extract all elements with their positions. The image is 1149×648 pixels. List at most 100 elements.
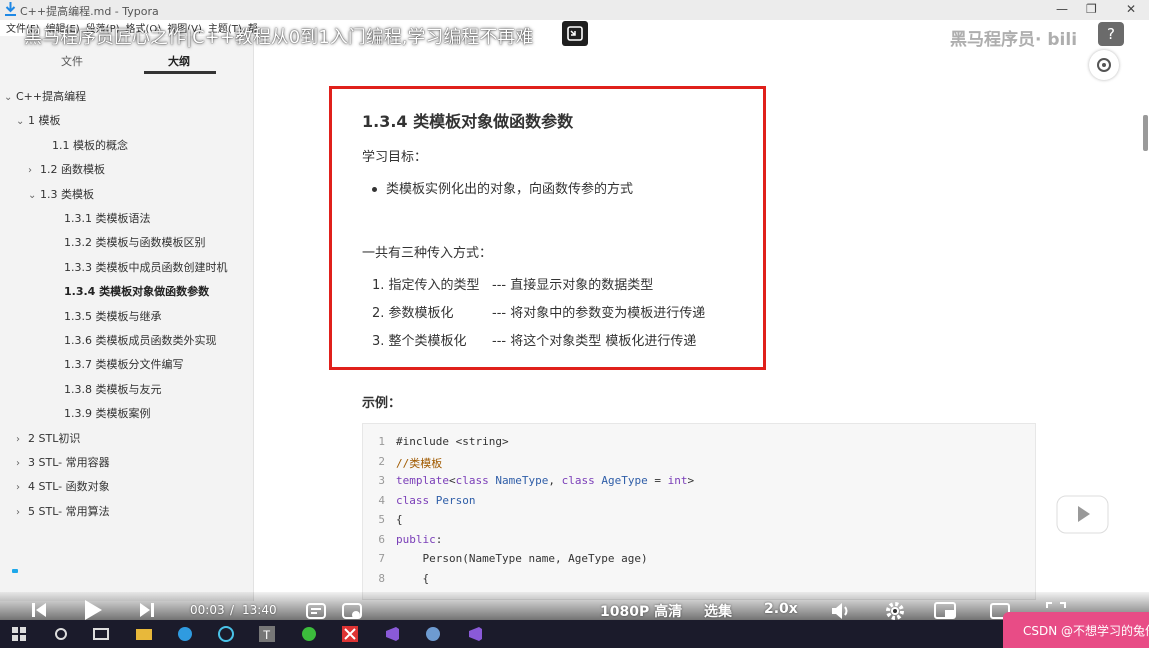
outline-item-label: 1 模板 (28, 114, 61, 128)
chevron-right-icon[interactable]: › (16, 482, 28, 493)
line-number: 5 (378, 513, 385, 526)
progress-bar[interactable] (12, 569, 18, 573)
tab-files[interactable]: 文件 (61, 53, 83, 69)
exit-fullscreen-button[interactable] (562, 21, 588, 46)
outline-item[interactable]: 1.3.6 类模板成员函数类外实现 (64, 332, 217, 348)
code-token: class (396, 493, 430, 507)
svg-text:T: T (263, 628, 271, 642)
bilibili-tv-icon[interactable] (1054, 484, 1111, 536)
code-token: , (548, 474, 562, 487)
previous-icon[interactable] (30, 601, 48, 619)
code-line: 3 template<class NameType, class AgeType … (363, 474, 1035, 493)
outline-item[interactable]: 1.3.9 类模板案例 (64, 405, 151, 421)
code-token: NameType (488, 474, 549, 487)
outline-item[interactable]: 1.3.5 类模板与继承 (64, 308, 162, 324)
window-title: C++提高编程.md - Typora (20, 5, 159, 18)
code-text: //类模板 (396, 455, 442, 471)
outline-item[interactable]: ⌄ 1.3 类模板 (28, 186, 94, 202)
outline-item-label: 1.3.9 类模板案例 (64, 407, 151, 421)
chevron-right-icon[interactable]: › (16, 507, 28, 518)
code-block[interactable]: 1 #include <string> 2//类模板 3 template<class … (362, 423, 1036, 600)
outline-item-label: 1.3.3 类模板中成员函数创建时机 (64, 260, 228, 274)
code-token: class (455, 474, 489, 487)
way-description: --- 直接显示对象的数据类型 (492, 278, 654, 293)
picture-in-picture-icon[interactable] (934, 601, 958, 621)
code-token: int (667, 474, 688, 487)
play-icon[interactable] (80, 598, 104, 622)
outline-item[interactable]: 1.1 模板的概念 (52, 137, 128, 153)
way-item: 1. 指定传入的类型 --- 直接显示对象的数据类型 (372, 274, 653, 293)
way-item: 3. 整个类模板化 --- 将这个对象类型 模板化进行传递 (372, 330, 696, 349)
danmaku-settings-button[interactable] (1089, 50, 1119, 80)
chevron-down-icon[interactable]: ⌄ (16, 116, 28, 127)
code-line: 5{ (363, 513, 1035, 532)
maximize-button[interactable]: ❐ (1086, 2, 1097, 16)
code-line: 2 //类模板 (363, 455, 1035, 474)
outline-item-label: 1.1 模板的概念 (52, 138, 128, 152)
outline-item-label: 1.3.6 类模板成员函数类外实现 (64, 334, 217, 347)
visual-studio-icon[interactable] (383, 625, 401, 643)
task-view-icon[interactable] (92, 625, 110, 643)
speed-button[interactable]: 2.0x (764, 601, 798, 617)
code-token: > (687, 474, 695, 487)
outline-item[interactable]: ⌄ 1 模板 (16, 112, 61, 128)
chevron-right-icon[interactable]: › (16, 434, 28, 445)
code-line: 8 { (363, 572, 1035, 591)
gear-icon[interactable] (884, 600, 906, 622)
way-description: --- 将这个对象类型 模板化进行传递 (492, 334, 697, 349)
outline-item[interactable]: 1.3.7 类模板分文件编写 (64, 356, 184, 372)
chevron-right-icon[interactable]: › (16, 458, 28, 469)
minimize-button[interactable]: — (1056, 2, 1068, 16)
outline-item[interactable]: 1.3.1 类模板语法 (64, 210, 151, 226)
chevron-down-icon[interactable]: ⌄ (28, 190, 40, 201)
code-token: public (396, 532, 436, 546)
outline-item[interactable]: › 3 STL- 常用容器 (16, 454, 110, 470)
way-description: --- 将对象中的参数变为模板进行传递 (492, 306, 706, 321)
paint-icon[interactable] (424, 625, 442, 643)
outline-item-label: 3 STL- 常用容器 (28, 456, 110, 469)
code-token: { (396, 571, 430, 585)
goal-item: 类模板实例化出的对象，向函数传参的方式 (372, 178, 633, 197)
close-button[interactable]: ✕ (1126, 2, 1136, 16)
outline-item[interactable]: 1.3.8 类模板与友元 (64, 381, 162, 397)
scrollbar[interactable] (1143, 115, 1148, 151)
outline-item[interactable]: › 1.2 函数模板 (28, 161, 105, 177)
quality-button[interactable]: 1080P 高清 (600, 601, 682, 621)
example-label: 示例： (362, 396, 402, 411)
danmaku-settings-icon[interactable] (341, 601, 363, 621)
typora-icon[interactable]: T (258, 625, 276, 643)
code-token: : (435, 532, 443, 546)
network-app-icon[interactable] (217, 625, 235, 643)
visual-studio-icon-2[interactable] (466, 625, 484, 643)
edge-icon[interactable] (176, 625, 194, 643)
outline-item[interactable]: 1.3.4 类模板对象做函数参数 (64, 283, 209, 299)
volume-icon[interactable] (830, 601, 852, 621)
outline-item[interactable]: › 4 STL- 函数对象 (16, 478, 110, 494)
csdn-watermark-text: CSDN @不想学习的兔仔 (1023, 624, 1149, 638)
help-button[interactable]: ? (1098, 22, 1124, 46)
ways-label: 一共有三种传入方式： (362, 246, 493, 261)
xmind-icon[interactable] (341, 625, 359, 643)
next-icon[interactable] (138, 601, 156, 619)
windows-start-icon[interactable] (10, 625, 28, 643)
code-token: #include <string> (396, 435, 509, 448)
chevron-right-icon[interactable]: › (28, 165, 40, 176)
danmaku-toggle-icon[interactable] (305, 601, 327, 621)
download-icon[interactable] (4, 1, 17, 17)
chevron-down-icon[interactable]: ⌄ (4, 92, 16, 103)
green-app-icon[interactable] (300, 625, 318, 643)
outline-item[interactable]: › 2 STL初识 (16, 430, 80, 446)
code-token: Person(NameType name, AgeType age) (396, 552, 648, 565)
outline-item-label: 1.3.8 类模板与友元 (64, 382, 162, 396)
search-icon[interactable] (52, 625, 70, 643)
outline-item[interactable]: 1.3.2 类模板与函数模板区别 (64, 234, 206, 250)
episodes-button[interactable]: 选集 (704, 601, 732, 621)
code-line: 1 #include <string> (363, 435, 1035, 454)
outline-item[interactable]: 1.3.3 类模板中成员函数创建时机 (64, 259, 228, 275)
tab-outline[interactable]: 大纲 (168, 53, 190, 69)
code-text: public: (396, 533, 442, 546)
outline-item[interactable]: ⌄ C++提高编程 (4, 88, 86, 104)
code-text: { (396, 572, 429, 585)
outline-item[interactable]: › 5 STL- 常用算法 (16, 503, 110, 519)
file-explorer-icon[interactable] (135, 625, 153, 643)
